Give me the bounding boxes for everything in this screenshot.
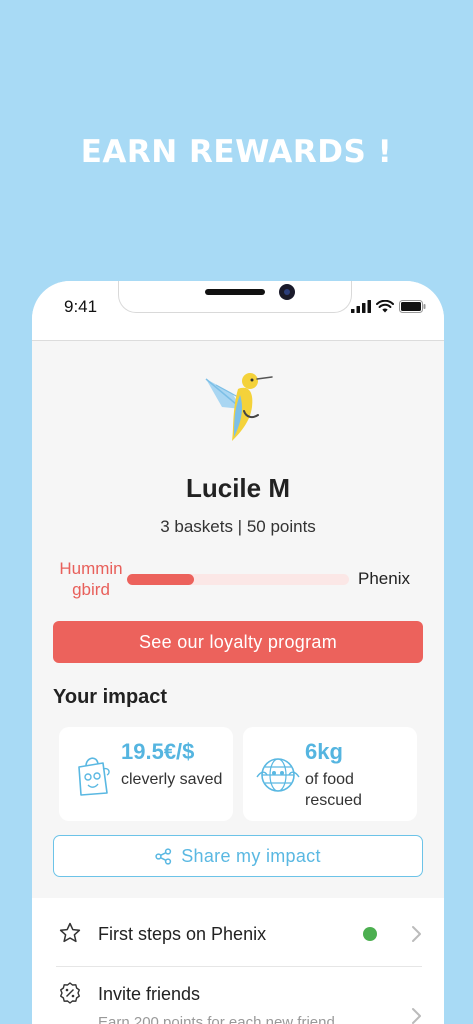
food-desc: of food rescued (305, 771, 362, 809)
chevron-right-icon (412, 926, 421, 942)
food-value: 6kg (305, 739, 343, 764)
camera (279, 284, 295, 300)
level-progress-bar (127, 574, 349, 585)
share-icon (155, 847, 172, 865)
profile-stats: 3 baskets | 50 points (160, 517, 316, 536)
share-impact-button[interactable]: Share my impact (53, 835, 423, 877)
status-bar: 9:41 (32, 281, 444, 341)
list-item-subtitle: Earn 200 points for each new friend (98, 1014, 335, 1024)
phone-frame: 9:41 Lucile M 3 baskets | 50 points Humm… (32, 281, 444, 1024)
level-progress-fill (127, 574, 194, 585)
impact-title: Your impact (53, 686, 168, 708)
star-icon (59, 922, 81, 943)
list-item-invite-friends[interactable]: Invite friends Earn 200 points for each … (32, 958, 444, 1024)
saved-desc: cleverly saved (121, 771, 223, 788)
missions-list: First steps on Phenix Invite friends Ear… (32, 898, 444, 1024)
impact-card-food: 6kg of food rescued (243, 727, 417, 821)
notch (118, 281, 352, 313)
status-icons (351, 299, 426, 313)
globe-icon (256, 758, 300, 792)
next-level-label: Phenix (358, 569, 410, 588)
share-impact-label: Share my impact (181, 845, 321, 866)
list-item-title: Invite friends (98, 984, 201, 1004)
speaker (205, 289, 265, 295)
shopping-bag-icon (78, 757, 110, 796)
signal-icon (351, 299, 371, 313)
list-item-title: First steps on Phenix (98, 924, 267, 944)
hummingbird-icon (205, 373, 273, 441)
loyalty-program-button[interactable]: See our loyalty program (53, 621, 423, 663)
wifi-icon (376, 299, 394, 312)
completed-status-dot (363, 927, 377, 941)
status-time: 9:41 (64, 297, 98, 316)
badge-percent-icon (60, 982, 80, 1004)
current-level-label: Hummin gbird (59, 559, 123, 599)
headline: EARN REWARDS ! (80, 134, 393, 170)
battery-icon (399, 299, 426, 313)
chevron-right-icon (412, 1008, 421, 1024)
saved-value: 19.5€/$ (121, 739, 195, 764)
list-item-first-steps[interactable]: First steps on Phenix (32, 898, 444, 967)
impact-card-saved: 19.5€/$ cleverly saved (59, 727, 233, 821)
profile-name: Lucile M (185, 473, 290, 503)
